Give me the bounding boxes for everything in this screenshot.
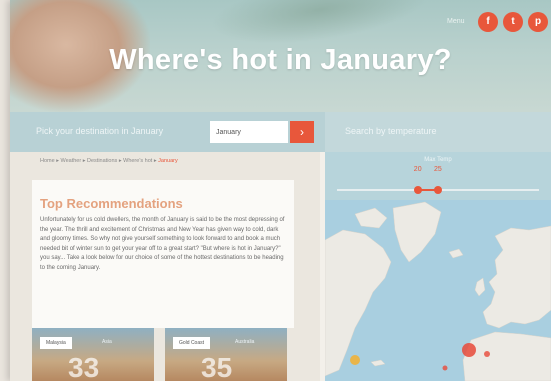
land-europe [482, 225, 551, 329]
menu-link[interactable]: Menu [447, 18, 465, 25]
temperature-search-label: Search by temperature [345, 126, 437, 136]
facebook-icon[interactable]: f [478, 12, 498, 32]
breadcrumb-item[interactable]: Weather [61, 158, 82, 164]
breadcrumb-item[interactable]: Destinations [87, 158, 117, 164]
slider-max-handle[interactable] [434, 186, 442, 194]
breadcrumb-item[interactable]: Where's hot [123, 158, 152, 164]
search-label: Pick your destination in January [36, 126, 164, 136]
destination-name: Gold Coast [173, 337, 211, 349]
twitter-icon[interactable]: t [503, 12, 523, 32]
breadcrumb-separator: ▸ [153, 158, 157, 164]
breadcrumb-separator: ▸ [56, 158, 59, 164]
breadcrumb-separator: ▸ [82, 158, 86, 164]
hero-banner: Menu f t p Where's hot in January? [10, 0, 551, 112]
slider-min-handle[interactable] [413, 186, 422, 194]
land-british-isles [474, 277, 486, 297]
destination-name: Malaysia [40, 337, 72, 349]
recommendations-card: Top Recommendations Unfortunately for us… [32, 180, 294, 328]
destination-temperature: 33 [68, 352, 100, 381]
map-marker-hot [462, 343, 476, 357]
destination-region: Australia [235, 339, 255, 345]
breadcrumb-current: January [158, 158, 178, 164]
temperature-search-bar[interactable]: Search by temperature [325, 112, 551, 152]
slider-title: Max Temp [424, 157, 452, 163]
destination-temperature: 35 [201, 352, 233, 381]
month-select-input[interactable] [210, 121, 288, 143]
destination-card[interactable]: Malaysia Asia 33 [32, 328, 154, 381]
land-arctic-islands [354, 207, 388, 229]
page-frame: Menu f t p Where's hot in January? Pick … [10, 0, 551, 381]
world-map[interactable] [325, 200, 551, 381]
map-marker-warm [350, 355, 360, 365]
map-marker-warm [442, 365, 448, 371]
search-button[interactable]: › [290, 121, 314, 143]
breadcrumb-separator: ▸ [118, 158, 122, 164]
breadcrumb-item[interactable]: Home [40, 158, 55, 164]
pinterest-icon[interactable]: p [528, 12, 548, 32]
map-column: Max Temp 20 25 [325, 152, 551, 381]
map-marker-hot [484, 351, 490, 357]
recommendations-title: Top Recommendations [40, 196, 183, 211]
land-africa [462, 331, 551, 381]
breadcrumb: Home ▸ Weather ▸ Destinations ▸ Where's … [40, 158, 178, 164]
land-caribbean [370, 359, 386, 367]
destination-card[interactable]: Gold Coast Australia 35 [165, 328, 287, 381]
recommendations-text: Unfortunately for us cold dwellers, the … [40, 217, 285, 271]
land-greenland [392, 201, 442, 263]
map-svg [325, 201, 551, 381]
slider-min-value: 20 [413, 166, 422, 173]
temperature-slider-panel: Max Temp 20 25 [325, 152, 551, 200]
land-north-america [325, 229, 392, 377]
slider-max-value: 25 [434, 166, 442, 173]
page-title: Where's hot in January? [109, 44, 452, 76]
land-iceland [448, 248, 464, 259]
content-column: Home ▸ Weather ▸ Destinations ▸ Where's … [10, 152, 320, 381]
destination-region: Asia [102, 339, 112, 345]
